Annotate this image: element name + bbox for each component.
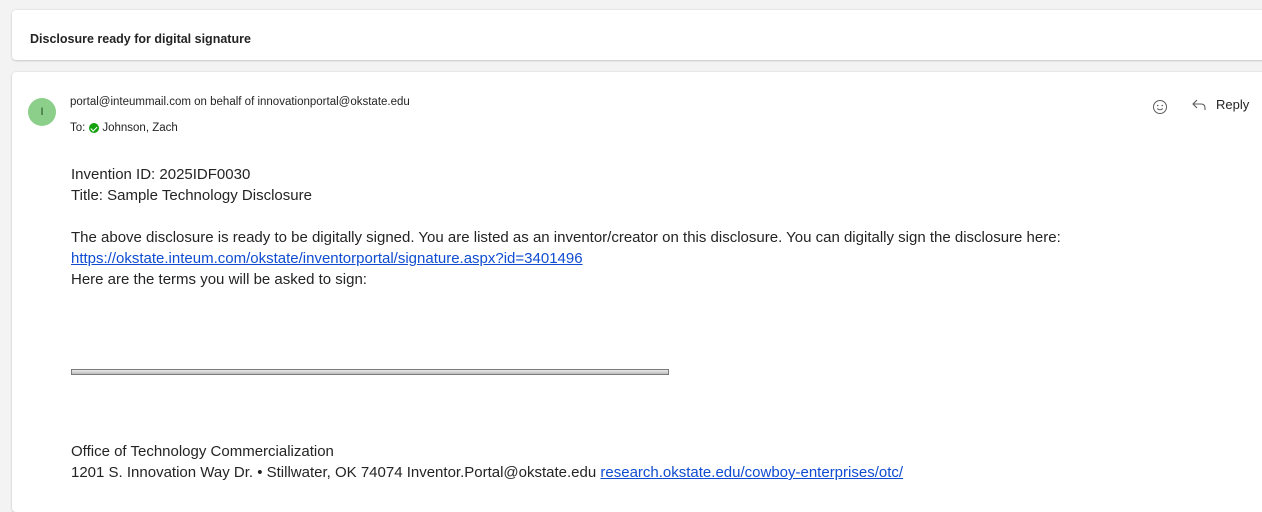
- emoji-reaction-icon[interactable]: [1152, 99, 1168, 115]
- email-footer: Office of Technology Commercialization 1…: [71, 441, 903, 483]
- terms-intro: Here are the terms you will be asked to …: [71, 271, 367, 288]
- disclosure-title: Title: Sample Technology Disclosure: [71, 187, 312, 204]
- office-name: Office of Technology Commercialization: [71, 443, 334, 460]
- subject-header: Disclosure ready for digital signature: [12, 10, 1262, 60]
- message-body: Invention ID: 2025IDF0030 Title: Sample …: [71, 164, 1262, 290]
- reply-button[interactable]: Reply: [1192, 97, 1249, 112]
- body-paragraph: The above disclosure is ready to be digi…: [71, 229, 1061, 246]
- terms-divider: [71, 369, 669, 375]
- presence-available-icon: [89, 123, 100, 133]
- recipients-line: To: Johnson, Zach: [70, 122, 178, 134]
- email-subject: Disclosure ready for digital signature: [30, 32, 251, 46]
- invention-id: Invention ID: 2025IDF0030: [71, 166, 251, 183]
- reply-label: Reply: [1216, 97, 1250, 112]
- message-card: I portal@inteummail.com on behalf of inn…: [12, 72, 1262, 512]
- to-label: To:: [70, 122, 86, 134]
- office-address: 1201 S. Innovation Way Dr. • Stillwater,…: [71, 464, 597, 481]
- sender-name[interactable]: portal@inteummail.com on behalf of innov…: [70, 96, 410, 108]
- signature-link[interactable]: https://okstate.inteum.com/okstate/inven…: [71, 250, 583, 267]
- office-website-link[interactable]: research.okstate.edu/cowboy-enterprises/…: [600, 464, 903, 481]
- recipient-name[interactable]: Johnson, Zach: [102, 122, 177, 134]
- sender-avatar[interactable]: I: [28, 98, 56, 126]
- reply-arrow-icon: [1192, 99, 1206, 110]
